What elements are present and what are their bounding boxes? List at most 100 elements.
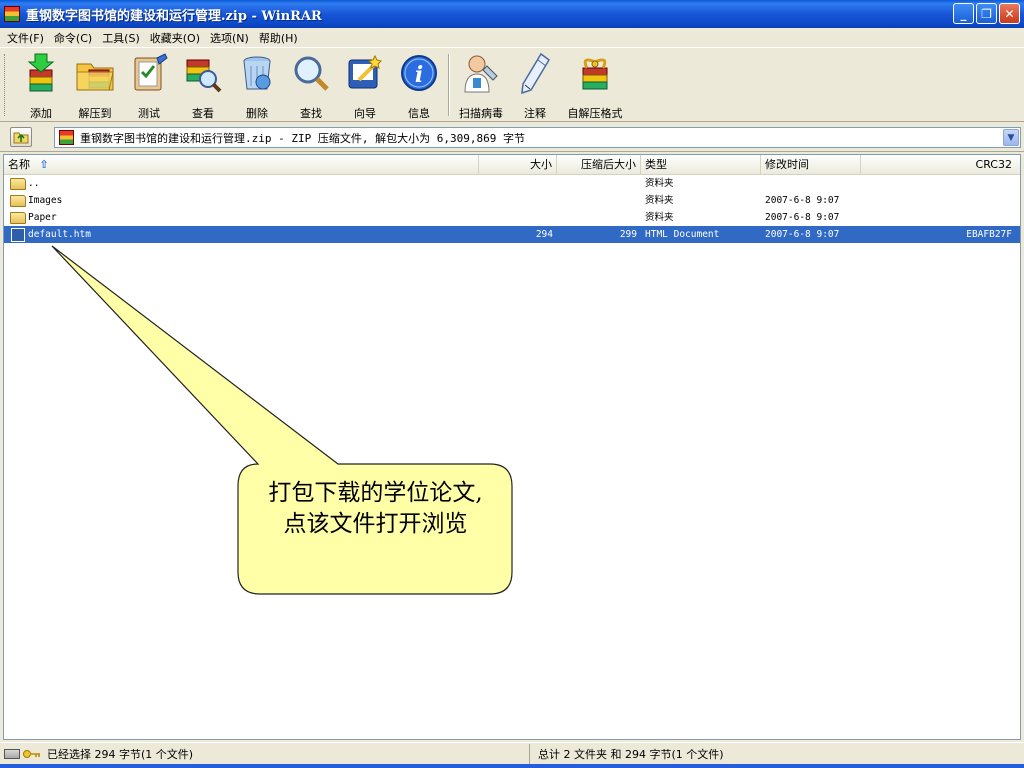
archive-icon xyxy=(59,130,74,145)
close-button[interactable]: ✕ xyxy=(999,3,1020,24)
address-bar: 重钢数字图书馆的建设和运行管理.zip - ZIP 压缩文件, 解包大小为 6,… xyxy=(0,123,1024,152)
table-row[interactable]: .. 资料夹 xyxy=(4,175,1020,192)
file-size xyxy=(479,192,557,209)
status-bar: 已经选择 294 字节(1 个文件) 总计 2 文件夹 和 294 字节(1 个… xyxy=(0,742,1024,764)
file-list: 名称 ⇧ 大小 压缩后大小 类型 修改时间 CRC32 .. 资料夹 Image… xyxy=(3,154,1021,740)
table-row-selected[interactable]: default.htm 294 299 HTML Document 2007-6… xyxy=(4,226,1020,243)
find-icon xyxy=(294,56,329,91)
file-modified: 2007-6-8 9:07 xyxy=(765,195,840,206)
info-icon: i xyxy=(401,55,437,91)
archive-path-field[interactable]: 重钢数字图书馆的建设和运行管理.zip - ZIP 压缩文件, 解包大小为 6,… xyxy=(54,127,1021,148)
key-icon[interactable] xyxy=(23,749,41,759)
file-name: Paper xyxy=(28,212,57,223)
sfx-icon xyxy=(582,58,608,90)
find-button[interactable]: 查找 xyxy=(284,48,338,121)
status-selection-text: 已经选择 294 字节(1 个文件) xyxy=(47,747,194,761)
test-label: 测试 xyxy=(138,107,160,120)
chevron-down-icon[interactable]: ▼ xyxy=(1003,129,1019,146)
add-button[interactable]: 添加 xyxy=(14,48,68,121)
virus-scan-icon xyxy=(464,55,498,93)
winrar-app-icon[interactable] xyxy=(4,6,20,22)
minimize-button[interactable]: _ xyxy=(953,3,974,24)
svg-text:i: i xyxy=(415,62,423,88)
file-type: 资料夹 xyxy=(645,212,674,223)
column-header: 名称 ⇧ 大小 压缩后大小 类型 修改时间 CRC32 xyxy=(4,155,1020,175)
folder-icon xyxy=(10,177,26,190)
extract-to-button[interactable]: 解压到 xyxy=(68,48,122,121)
up-folder-button[interactable] xyxy=(10,127,32,147)
file-name: default.htm xyxy=(28,229,91,240)
add-label: 添加 xyxy=(30,107,52,120)
info-button[interactable]: i 信息 xyxy=(392,48,446,121)
status-total: 总计 2 文件夹 和 294 字节(1 个文件) xyxy=(538,747,724,761)
file-name: Images xyxy=(28,195,63,206)
sfx-button[interactable]: 自解压格式 xyxy=(562,48,628,121)
file-packed xyxy=(557,175,641,192)
extract-to-icon xyxy=(76,63,114,91)
table-row[interactable]: Paper 资料夹 2007-6-8 9:07 xyxy=(4,209,1020,226)
view-label: 查看 xyxy=(192,107,214,120)
column-type[interactable]: 类型 xyxy=(641,155,761,175)
menu-favorites[interactable]: 收藏夹(O) xyxy=(145,30,205,46)
file-packed: 299 xyxy=(619,229,637,240)
window-controls: _ ❐ ✕ xyxy=(953,3,1020,24)
column-crc[interactable]: CRC32 xyxy=(861,155,1020,175)
title-bar: 重钢数字图书馆的建设和运行管理.zip - WinRAR _ ❐ ✕ xyxy=(0,0,1024,28)
table-row[interactable]: Images 资料夹 2007-6-8 9:07 xyxy=(4,192,1020,209)
file-type: 资料夹 xyxy=(645,178,674,189)
sfx-label: 自解压格式 xyxy=(567,107,623,120)
wizard-label: 向导 xyxy=(354,107,376,120)
file-type: HTML Document xyxy=(645,229,720,240)
comment-button[interactable]: 注释 xyxy=(508,48,562,121)
menu-tools[interactable]: 工具(S) xyxy=(97,30,145,46)
virus-scan-button[interactable]: 扫描病毒 xyxy=(454,48,508,121)
column-packed[interactable]: 压缩后大小 xyxy=(557,155,641,175)
toolbar-separator xyxy=(448,54,450,116)
menu-commands[interactable]: 命令(C) xyxy=(49,30,97,46)
delete-icon xyxy=(243,56,271,90)
menu-bar: 文件(F) 命令(C) 工具(S) 收藏夹(O) 选项(N) 帮助(H) xyxy=(0,28,1024,47)
file-packed xyxy=(557,192,641,209)
row-name-cell: .. xyxy=(4,175,479,192)
column-size[interactable]: 大小 xyxy=(479,155,557,175)
row-name-cell: Images xyxy=(4,192,479,209)
row-name-cell: Paper xyxy=(4,209,479,226)
file-modified xyxy=(761,175,861,192)
wizard-icon xyxy=(348,54,382,89)
file-modified: 2007-6-8 9:07 xyxy=(765,229,840,240)
file-crc xyxy=(861,209,1020,226)
folder-icon xyxy=(10,211,26,224)
archive-path-text: 重钢数字图书馆的建设和运行管理.zip - ZIP 压缩文件, 解包大小为 6,… xyxy=(80,131,525,145)
row-name-cell: default.htm xyxy=(4,226,479,243)
comment-icon xyxy=(521,52,550,94)
file-size xyxy=(479,209,557,226)
file-crc xyxy=(861,192,1020,209)
up-folder-icon xyxy=(13,132,29,144)
info-label: 信息 xyxy=(408,107,430,120)
menu-options[interactable]: 选项(N) xyxy=(205,30,254,46)
column-modified[interactable]: 修改时间 xyxy=(761,155,861,175)
file-size: 294 xyxy=(535,229,553,240)
extract-to-label: 解压到 xyxy=(78,107,112,120)
delete-button[interactable]: 删除 xyxy=(230,48,284,121)
file-name: .. xyxy=(28,178,40,189)
test-button[interactable]: 测试 xyxy=(122,48,176,121)
virus-scan-label: 扫描病毒 xyxy=(459,107,503,120)
toolbar-grip[interactable] xyxy=(4,54,7,116)
add-icon xyxy=(27,53,55,92)
menu-help[interactable]: 帮助(H) xyxy=(254,30,303,46)
restore-button[interactable]: ❐ xyxy=(976,3,997,24)
wizard-button[interactable]: 向导 xyxy=(338,48,392,121)
drive-icon[interactable] xyxy=(4,748,20,759)
taskbar-strip xyxy=(0,764,1024,768)
view-icon xyxy=(186,59,222,93)
view-button[interactable]: 查看 xyxy=(176,48,230,121)
sort-arrow-icon: ⇧ xyxy=(39,158,49,171)
file-crc xyxy=(861,175,1020,192)
column-name[interactable]: 名称 ⇧ xyxy=(4,155,479,175)
menu-file[interactable]: 文件(F) xyxy=(2,30,49,46)
column-name-label: 名称 xyxy=(8,158,30,171)
find-label: 查找 xyxy=(300,107,322,120)
window-title: 重钢数字图书馆的建设和运行管理.zip - WinRAR xyxy=(26,8,322,24)
file-crc: EBAFB27F xyxy=(966,229,1012,240)
